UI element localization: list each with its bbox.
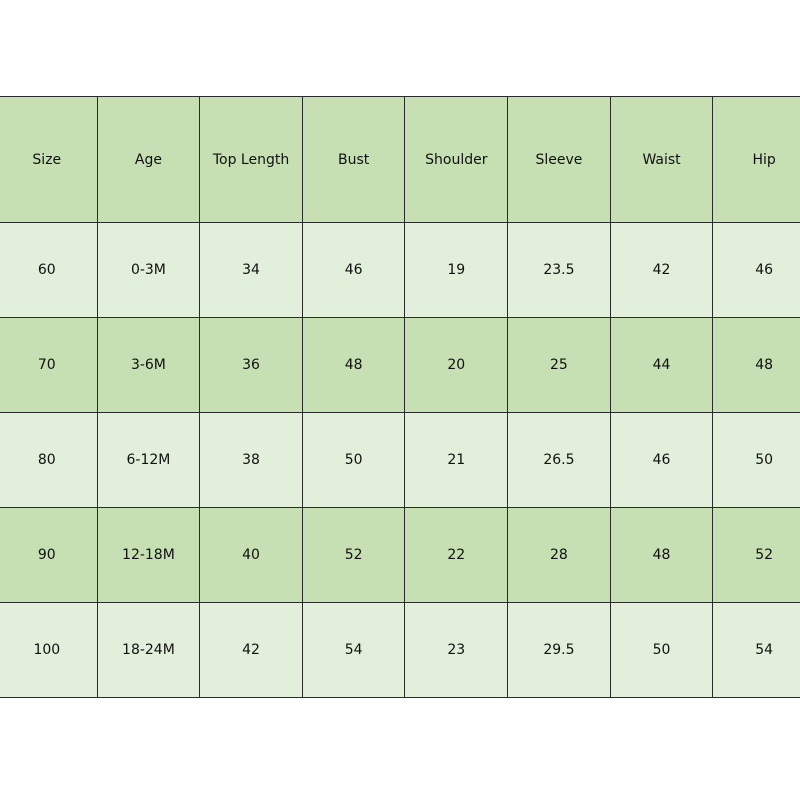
table-cell: 34 <box>199 222 303 318</box>
table-cell: 3-6M <box>96 317 201 413</box>
table-cell: 6-12M <box>96 412 201 508</box>
table-cell: 100 <box>0 602 98 698</box>
table-cell: 42 <box>199 602 303 698</box>
table-row: 70 3-6M 36 48 20 25 44 48 <box>0 317 800 413</box>
table-cell: 48 <box>609 507 714 603</box>
table-cell: 36 <box>199 317 303 413</box>
table-row: 90 12-18M 40 52 22 28 48 52 <box>0 507 800 603</box>
column-header: Waist <box>609 96 714 223</box>
table-cell: 50 <box>301 412 406 508</box>
table-header: Size Age Top Length Bust Shoulder Sleeve Waist… <box>0 96 800 223</box>
table-cell: 21 <box>404 412 509 508</box>
table-cell: 26.5 <box>507 412 611 508</box>
table-cell: 46 <box>712 222 800 318</box>
column-header: Sleeve <box>507 96 611 223</box>
table-cell: 23.5 <box>507 222 611 318</box>
table-row: 100 18-24M 42 54 23 29.5 50 54 <box>0 602 800 698</box>
column-header: Top Length <box>199 96 303 223</box>
size-chart-table: Size Age Top Length Bust Shoulder Sleeve Waist… <box>0 96 800 698</box>
table-cell: 54 <box>301 602 406 698</box>
table-cell: 42 <box>609 222 714 318</box>
table-cell: 40 <box>199 507 303 603</box>
table-cell: 18-24M <box>96 602 201 698</box>
table-cell: 29.5 <box>507 602 611 698</box>
table-cell: 48 <box>301 317 406 413</box>
table-cell: 52 <box>712 507 800 603</box>
table-row: 60 0-3M 34 46 19 23.5 42 46 <box>0 222 800 318</box>
table-cell: 23 <box>404 602 509 698</box>
table-body: 60 0-3M 34 46 19 23.5 42 46 70 3-6M 36 48 20 25 44 48 80… <box>0 222 800 698</box>
table-row: 80 6-12M 38 50 21 26.5 46 50 <box>0 412 800 508</box>
table-cell: 50 <box>609 602 714 698</box>
table-cell: 48 <box>712 317 800 413</box>
table-cell: 22 <box>404 507 509 603</box>
column-header: Hip <box>712 96 800 223</box>
table-cell: 38 <box>199 412 303 508</box>
table-cell: 0-3M <box>96 222 201 318</box>
table-cell: 19 <box>404 222 509 318</box>
table-cell: 12-18M <box>96 507 201 603</box>
table-cell: 70 <box>0 317 98 413</box>
column-header: Age <box>96 96 201 223</box>
table-cell: 90 <box>0 507 98 603</box>
table-cell: 52 <box>301 507 406 603</box>
table-cell: 46 <box>609 412 714 508</box>
table-cell: 80 <box>0 412 98 508</box>
table-cell: 28 <box>507 507 611 603</box>
table-cell: 50 <box>712 412 800 508</box>
table-cell: 25 <box>507 317 611 413</box>
table-cell: 54 <box>712 602 800 698</box>
column-header: Size <box>0 96 98 223</box>
table-cell: 60 <box>0 222 98 318</box>
table-cell: 44 <box>609 317 714 413</box>
column-header: Bust <box>301 96 406 223</box>
table-cell: 20 <box>404 317 509 413</box>
column-header: Shoulder <box>404 96 509 223</box>
table-cell: 46 <box>301 222 406 318</box>
